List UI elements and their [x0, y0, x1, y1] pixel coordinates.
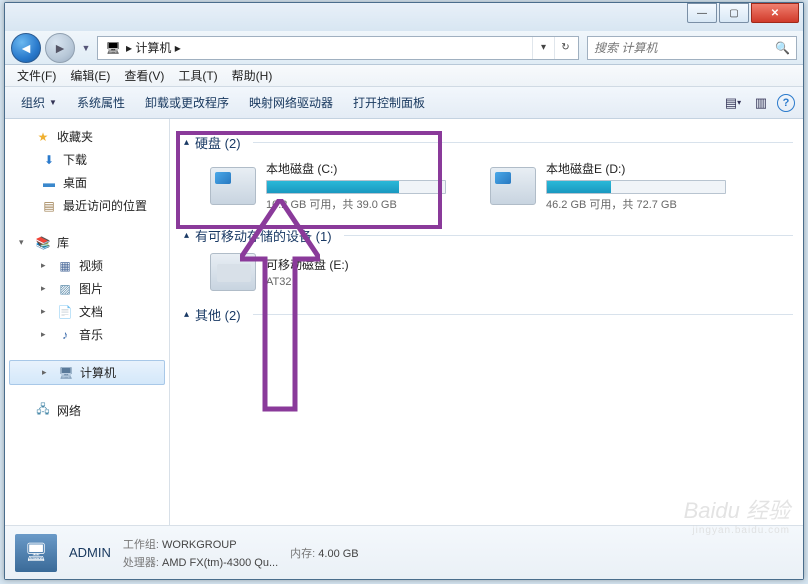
menu-view[interactable]: 查看(V)	[118, 65, 170, 86]
drive-e[interactable]: 可移动磁盘 (E:) AT32	[210, 253, 460, 291]
capacity-bar-c	[266, 180, 446, 194]
sidebar-item-computer[interactable]: ▸🖥计算机	[9, 360, 165, 385]
sidebar-item-network[interactable]: 🖧网络	[5, 399, 169, 422]
libraries-group[interactable]: ▾📚库	[5, 231, 169, 254]
menu-edit[interactable]: 编辑(E)	[64, 65, 116, 86]
address-bar[interactable]: 🖥 ▸ 计算机 ▸ ▾ ↻	[97, 36, 579, 60]
search-input[interactable]	[594, 41, 775, 55]
sidebar-item-desktop[interactable]: ▬桌面	[5, 171, 169, 194]
sidebar-item-downloads[interactable]: ⬇下载	[5, 148, 169, 171]
category-other[interactable]: ▴其他 (2)	[184, 305, 793, 324]
nav-bar: ◄ ► ▼ 🖥 ▸ 计算机 ▸ ▾ ↻ 🔍	[5, 31, 803, 65]
computer-icon: 🖥	[104, 39, 122, 57]
address-dropdown[interactable]: ▾	[532, 37, 554, 59]
sidebar-item-videos[interactable]: ▸▦视频	[5, 254, 169, 277]
preview-pane-button[interactable]: ▥	[749, 91, 773, 115]
close-button[interactable]: ✕	[751, 3, 799, 23]
category-removable[interactable]: ▴有可移动存储的设备 (1)	[184, 226, 793, 245]
refresh-button[interactable]: ↻	[554, 37, 576, 59]
open-control-panel-button[interactable]: 打开控制面板	[343, 90, 435, 115]
details-pane: 🖥 ADMIN 工作组: WORKGROUP 处理器: AMD FX(tm)-4…	[5, 525, 803, 579]
search-box[interactable]: 🔍	[587, 36, 797, 60]
system-properties-button[interactable]: 系统属性	[67, 90, 135, 115]
menu-help[interactable]: 帮助(H)	[226, 65, 279, 86]
menu-bar: 文件(F) 编辑(E) 查看(V) 工具(T) 帮助(H)	[5, 65, 803, 87]
title-bar: — ▢ ✕	[5, 3, 803, 31]
minimize-button[interactable]: —	[687, 3, 717, 23]
menu-tools[interactable]: 工具(T)	[172, 65, 223, 86]
uninstall-programs-button[interactable]: 卸载或更改程序	[135, 90, 239, 115]
sidebar-item-pictures[interactable]: ▸▨图片	[5, 277, 169, 300]
sidebar-item-recent[interactable]: ▤最近访问的位置	[5, 194, 169, 217]
map-network-drive-button[interactable]: 映射网络驱动器	[239, 90, 343, 115]
nav-history-dropdown[interactable]: ▼	[79, 36, 93, 60]
menu-file[interactable]: 文件(F)	[11, 65, 62, 86]
address-text: ▸ 计算机 ▸	[126, 39, 532, 56]
category-hdd[interactable]: ▴硬盘 (2)	[184, 133, 793, 152]
navigation-pane: ★收藏夹 ⬇下载 ▬桌面 ▤最近访问的位置 ▾📚库 ▸▦视频 ▸▨图片 ▸📄文档…	[5, 119, 170, 525]
content-area: ▴硬盘 (2) 本地磁盘 (C:) 10.2 GB 可用，共 39.0 GB 本…	[170, 119, 803, 525]
organize-button[interactable]: 组织▼	[11, 90, 67, 115]
details-name: ADMIN	[69, 545, 111, 560]
drive-c[interactable]: 本地磁盘 (C:) 10.2 GB 可用，共 39.0 GB	[210, 160, 460, 212]
removable-icon	[210, 253, 256, 291]
hdd-icon	[210, 167, 256, 205]
computer-large-icon: 🖥	[15, 534, 57, 572]
sidebar-item-documents[interactable]: ▸📄文档	[5, 300, 169, 323]
sidebar-item-music[interactable]: ▸♪音乐	[5, 323, 169, 346]
forward-button[interactable]: ►	[45, 33, 75, 63]
hdd-icon	[490, 167, 536, 205]
capacity-bar-d	[546, 180, 726, 194]
search-icon: 🔍	[775, 41, 790, 55]
drive-d[interactable]: 本地磁盘E (D:) 46.2 GB 可用，共 72.7 GB	[490, 160, 740, 212]
explorer-window: — ▢ ✕ ◄ ► ▼ 🖥 ▸ 计算机 ▸ ▾ ↻ 🔍 文件(F) 编辑(E) …	[4, 2, 804, 580]
favorites-group[interactable]: ★收藏夹	[5, 125, 169, 148]
command-bar: 组织▼ 系统属性 卸载或更改程序 映射网络驱动器 打开控制面板 ▤▾ ▥ ?	[5, 87, 803, 119]
maximize-button[interactable]: ▢	[719, 3, 749, 23]
back-button[interactable]: ◄	[11, 33, 41, 63]
view-mode-button[interactable]: ▤▾	[721, 91, 745, 115]
help-button[interactable]: ?	[777, 94, 795, 112]
